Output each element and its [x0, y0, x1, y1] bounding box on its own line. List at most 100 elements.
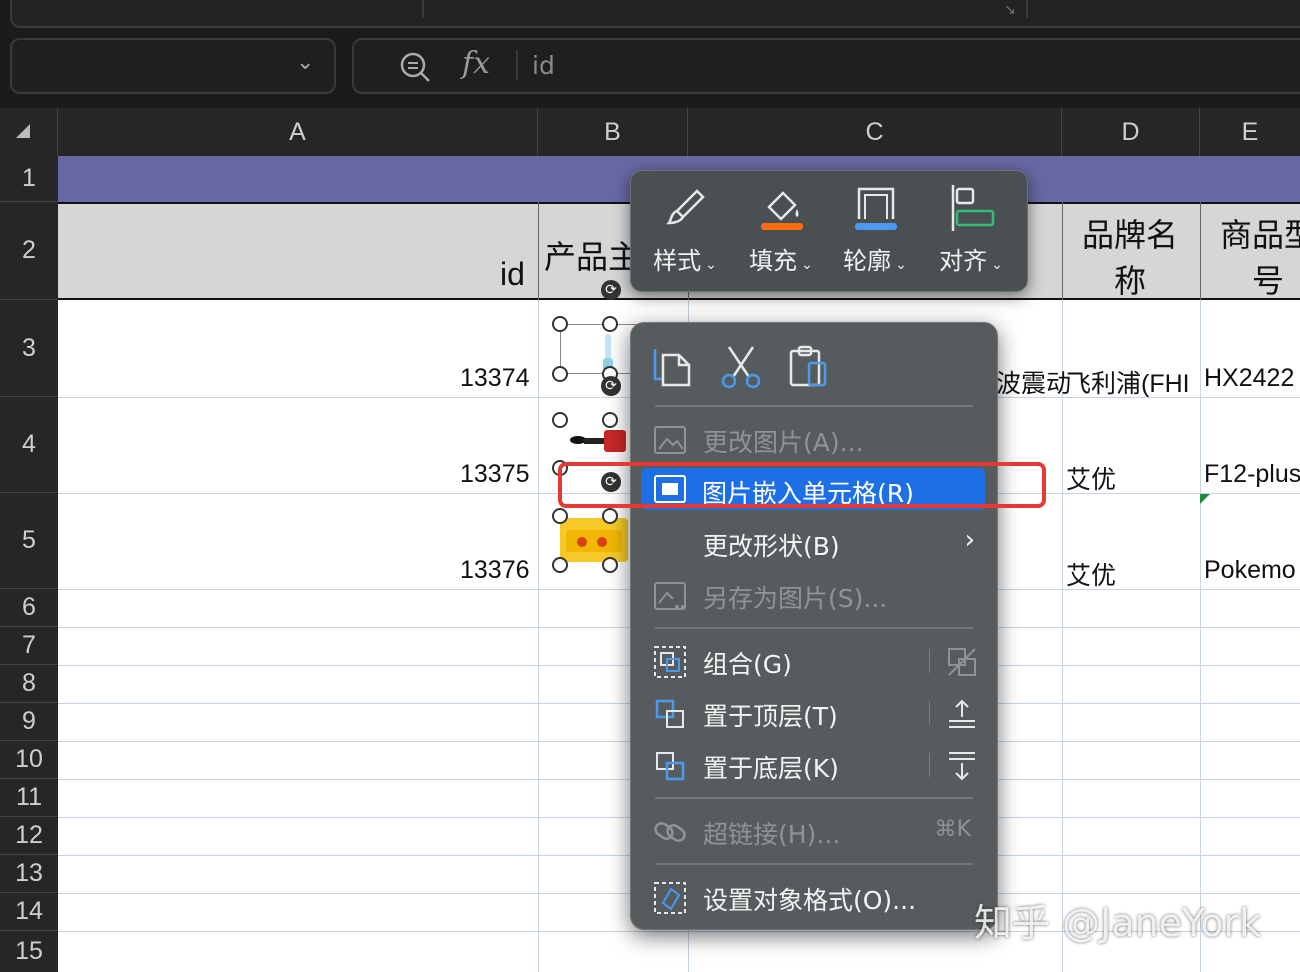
menu-item-change-shape[interactable]: 更改形状(B) ›	[631, 519, 997, 567]
paste-icon[interactable]	[787, 343, 831, 389]
zoom-formula-icon[interactable]	[398, 50, 432, 84]
header-cell-brand-line1[interactable]: 品牌名	[1082, 210, 1178, 256]
change-picture-label: 更改图片(A)...	[703, 428, 864, 457]
bring-to-front-icon	[655, 699, 684, 728]
fill-button[interactable]: 填充 ⌄	[735, 171, 827, 291]
header-cell-id[interactable]: id	[500, 256, 525, 293]
menu-item-format-object[interactable]: 设置对象格式(O)...	[631, 873, 997, 921]
name-box[interactable]	[10, 38, 336, 94]
row-header[interactable]: 3	[0, 300, 58, 397]
cell-id[interactable]: 13375	[460, 460, 530, 489]
row-header[interactable]: 12	[0, 817, 58, 855]
ribbon-divider	[1026, 0, 1028, 18]
row-header[interactable]: 9	[0, 703, 58, 741]
resize-handle[interactable]	[602, 557, 618, 573]
column-header-d[interactable]: D	[1062, 108, 1200, 156]
chevron-right-icon: ›	[964, 525, 975, 555]
menu-item-bring-to-front[interactable]: 置于顶层(T)	[631, 689, 997, 737]
comment-marker-icon	[1200, 494, 1210, 504]
column-header-c[interactable]: C	[688, 108, 1062, 156]
header-cell-product[interactable]: 产品主	[544, 232, 640, 278]
row-header[interactable]: 7	[0, 627, 58, 665]
send-to-back-icon	[656, 752, 685, 781]
save-as-picture-label: 另存为图片(S)...	[703, 584, 888, 613]
column-header-a[interactable]: A	[58, 108, 538, 156]
cell-brand[interactable]: 飞利浦(FHI	[1066, 364, 1198, 400]
menu-separator	[655, 797, 973, 799]
bring-forward-icon[interactable]	[945, 697, 979, 731]
row-header[interactable]: 15	[0, 931, 58, 972]
expand-corner-icon[interactable]: ↘	[1004, 2, 1016, 18]
header-cell-brand-line2[interactable]: 称	[1114, 256, 1146, 302]
ribbon-area	[10, 0, 1300, 28]
ungroup-icon[interactable]	[945, 645, 979, 679]
link-icon	[654, 822, 686, 842]
bring-to-front-label: 置于顶层(T)	[703, 702, 838, 731]
hyperlink-shortcut: ⌘K	[934, 817, 971, 842]
select-all-icon[interactable]	[16, 124, 30, 138]
group-icon	[654, 646, 686, 678]
menu-item-group[interactable]: 组合(G)	[631, 637, 997, 685]
cell-brand[interactable]: 艾优	[1066, 460, 1116, 496]
resize-handle[interactable]	[602, 316, 618, 332]
change-shape-label: 更改形状(B)	[703, 532, 840, 561]
style-button[interactable]: 样式 ⌄	[639, 171, 731, 291]
cell-id[interactable]: 13374	[460, 364, 530, 393]
picture-toolbar: 样式 ⌄ 填充 ⌄ 轮廓 ⌄ 对齐 ⌄	[630, 170, 1028, 292]
menu-item-save-as-picture[interactable]: 另存为图片(S)...	[631, 571, 997, 619]
resize-handle[interactable]	[602, 508, 618, 524]
rotate-handle-icon[interactable]: ⟳	[601, 280, 621, 300]
resize-handle[interactable]	[552, 366, 568, 382]
menu-item-hyperlink[interactable]: 超链接(H)... ⌘K	[631, 807, 997, 855]
massage-gun-image[interactable]	[568, 424, 630, 460]
cell-model[interactable]: F12-plus	[1204, 460, 1300, 489]
row-header[interactable]: 6	[0, 589, 58, 627]
header-cell-model-line1[interactable]: 商品型	[1220, 210, 1300, 256]
brush-icon	[665, 189, 705, 225]
header-cell-model-line2[interactable]: 号	[1252, 256, 1284, 302]
row-header[interactable]: 11	[0, 779, 58, 817]
fx-icon[interactable]: fx	[462, 46, 490, 81]
resize-handle[interactable]	[552, 508, 568, 524]
outline-button[interactable]: 轮廓 ⌄	[829, 171, 921, 291]
pokemon-box-image[interactable]	[560, 516, 628, 566]
row-header[interactable]: 4	[0, 397, 58, 493]
resize-handle[interactable]	[552, 412, 568, 428]
outline-icon	[855, 187, 897, 230]
menu-item-change-picture[interactable]: 更改图片(A)...	[631, 415, 997, 463]
resize-handle[interactable]	[602, 412, 618, 428]
row-header[interactable]: 1	[0, 156, 58, 202]
rotate-handle-icon[interactable]: ⟳	[601, 376, 621, 396]
row-header[interactable]: 8	[0, 665, 58, 703]
cell-model[interactable]: Pokemo	[1204, 556, 1300, 585]
send-to-back-label: 置于底层(K)	[703, 754, 839, 783]
cell-model[interactable]: HX2422	[1204, 364, 1294, 393]
cell-c[interactable]: 波震动	[996, 364, 1071, 400]
formula-separator	[516, 50, 518, 80]
cell-id[interactable]: 13376	[460, 556, 530, 585]
formula-value[interactable]: id	[532, 51, 555, 80]
copy-icon[interactable]	[651, 343, 695, 389]
cell-brand[interactable]: 艾优	[1066, 556, 1116, 592]
group-label: 组合(G)	[703, 650, 792, 679]
menu-separator	[655, 627, 973, 629]
row-header[interactable]: 2	[0, 202, 58, 300]
send-backward-icon[interactable]	[945, 749, 979, 783]
resize-handle[interactable]	[552, 316, 568, 332]
format-object-label: 设置对象格式(O)...	[703, 886, 917, 915]
chevron-down-icon[interactable]: ⌄	[296, 50, 314, 75]
context-menu: 更改图片(A)... 图片嵌入单元格(R) 更改形状(B) › 另存为图片(S)…	[630, 322, 998, 930]
cut-icon[interactable]	[719, 343, 763, 389]
outline-label: 轮廓	[843, 247, 892, 275]
resize-handle[interactable]	[552, 557, 568, 573]
align-button[interactable]: 对齐 ⌄	[925, 171, 1017, 291]
column-header-b[interactable]: B	[538, 108, 688, 156]
menu-separator	[655, 863, 973, 865]
column-header-e[interactable]: E	[1200, 108, 1300, 156]
row-header[interactable]: 13	[0, 855, 58, 893]
row-header[interactable]: 10	[0, 741, 58, 779]
formula-bar[interactable]	[352, 38, 1300, 94]
menu-item-send-to-back[interactable]: 置于底层(K)	[631, 741, 997, 789]
row-header[interactable]: 5	[0, 493, 58, 589]
row-header[interactable]: 14	[0, 893, 58, 931]
